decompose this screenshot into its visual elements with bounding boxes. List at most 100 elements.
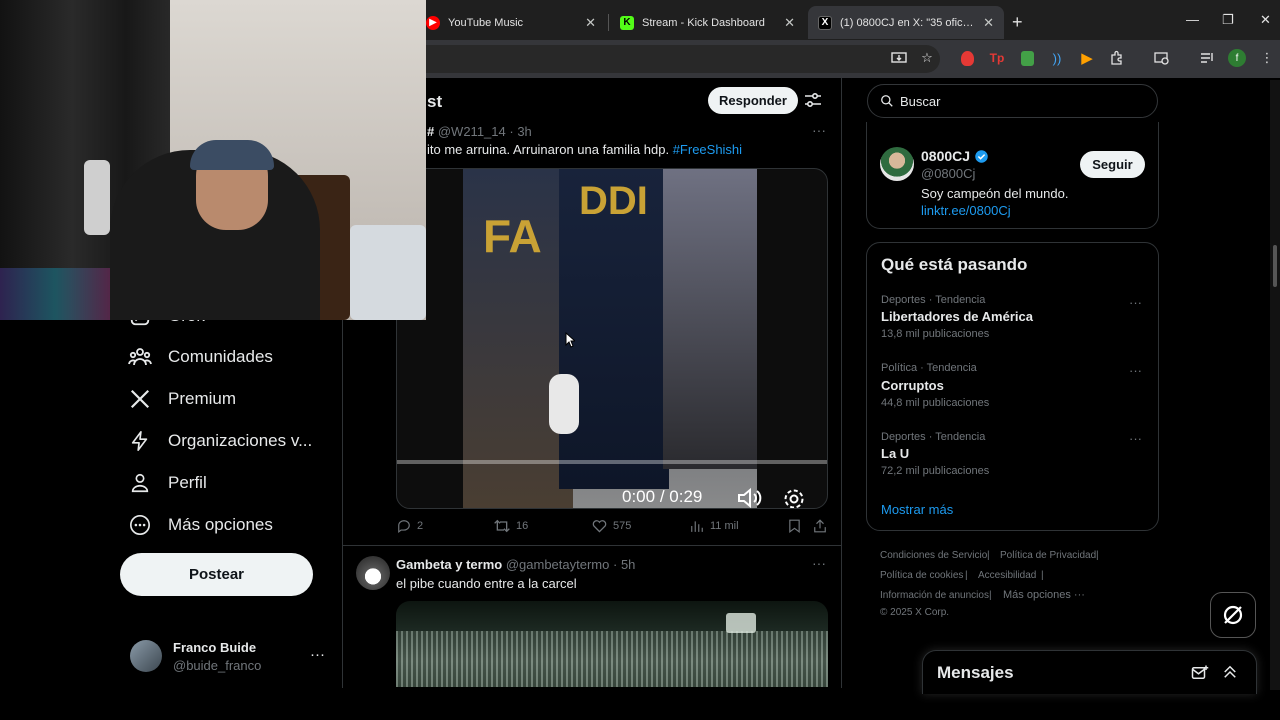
extension-tp-icon[interactable]: Tp [988,49,1006,67]
media-control-icon[interactable] [1198,49,1216,67]
extension-red-icon[interactable] [958,49,976,67]
extension-play-icon[interactable]: ▶ [1078,49,1096,67]
bookmark-star-icon[interactable]: ☆ [918,49,936,67]
grok-fab-button[interactable] [1210,592,1256,638]
video-overlay-text: DDI [579,179,648,223]
tweet-media[interactable] [396,601,828,687]
search-icon [881,95,893,107]
search-input[interactable]: Buscar [867,84,1158,118]
repost-icon [494,519,510,533]
kick-icon: K [620,15,634,30]
footer-link-terms[interactable]: Condiciones de Servicio [880,550,987,561]
trend-name[interactable]: La U [881,446,909,461]
close-tab-icon[interactable]: ✕ [585,15,596,31]
video-time: 0:00 / 0:29 [622,487,702,507]
trend-name[interactable]: Libertadores de América [881,309,1033,324]
bookmark-icon[interactable] [788,519,807,533]
minimize-button[interactable]: — [1186,12,1199,27]
reply-button[interactable]: Responder [708,87,798,114]
expand-messages-icon[interactable] [1221,663,1239,686]
reply-action[interactable]: 2 [397,519,423,533]
sidebar-item-label: Comunidades [168,347,273,366]
repost-count: 16 [516,520,529,532]
relevant-user-bio: Soy campeón del mundo. [921,186,1069,201]
address-bar[interactable] [380,45,940,73]
views-action[interactable]: 11 mil [690,519,739,533]
trend-more-icon[interactable]: ··· [1129,431,1142,446]
tab-title: (1) 0800CJ en X: "35 oficiales pa [840,16,975,29]
install-app-icon[interactable] [890,49,908,67]
tweet-text: el pibe cuando entre a la carcel [396,576,577,591]
tweet-handle[interactable]: @gambetaytermo [506,557,610,572]
footer-link-accessibility[interactable]: Accesibilidad [978,570,1036,581]
tweet-author[interactable]: Gambeta y termo [396,557,502,572]
video-figure-center: DDI [559,169,669,489]
messages-drawer[interactable]: Mensajes [922,650,1257,694]
webcam-person-cap [190,140,274,170]
video-settings-icon[interactable] [782,487,806,508]
avatar[interactable] [880,147,914,181]
browser-menu-icon[interactable]: ⋮ [1258,49,1276,67]
relevant-user-handle[interactable]: @0800Cj [921,166,975,181]
tweet-header: Gambeta y termo @gambetaytermo · 5h [396,557,635,572]
tweet-more-icon[interactable]: ··· [812,122,826,138]
repost-action[interactable]: 16 [494,519,528,533]
account-more-icon[interactable]: ··· [310,646,325,663]
relevant-user-link[interactable]: linktr.ee/0800Cj [921,203,1011,218]
tab-youtube-music[interactable]: ▶ YouTube Music ✕ [416,6,606,39]
footer-separator: | [965,570,968,581]
relevant-user-name[interactable]: 0800CJ [921,148,989,164]
footer-link-cookies[interactable]: Política de cookies [880,570,963,581]
tweet-text-body: ito me arruina. Arruinaron una familia h… [427,142,673,157]
show-more-link[interactable]: Mostrar más [881,502,953,517]
trend-more-icon[interactable]: ··· [1129,295,1142,310]
account-switcher[interactable]: Franco Buide @buide_franco ··· [130,638,330,674]
post-button[interactable]: Postear [120,553,313,596]
avatar[interactable] [356,556,390,590]
follow-button[interactable]: Seguir [1080,151,1145,178]
tweet-more-icon[interactable]: ··· [812,555,826,571]
sidebar-item-premium[interactable]: Premium [128,383,236,415]
new-message-icon[interactable] [1191,664,1209,687]
sidebar-item-profile[interactable]: Perfil [128,467,207,499]
tab-search-icon[interactable] [1153,49,1171,67]
volume-icon[interactable] [737,487,763,508]
search-placeholder: Buscar [900,93,941,109]
video-progress-bar[interactable] [397,460,827,464]
reply-settings-icon[interactable] [804,91,822,109]
footer-link-ads[interactable]: Información de anuncios [880,590,989,601]
page-scrollbar[interactable] [1270,80,1280,690]
person-icon [128,471,152,495]
trend-more-icon[interactable]: ··· [1129,363,1142,378]
video-player[interactable]: FA DDI 0:00 / 0:29 [396,168,828,509]
sidebar-item-communities[interactable]: Comunidades [128,341,273,373]
hashtag-link[interactable]: #FreeShishi [673,142,742,157]
sidebar-item-organizations[interactable]: Organizaciones v... [128,425,312,457]
maximize-button[interactable]: ❐ [1222,12,1234,28]
tweet-time[interactable]: 5h [621,557,635,572]
extension-green-icon[interactable] [1018,49,1036,67]
close-tab-icon[interactable]: ✕ [983,15,994,31]
trend-name[interactable]: Corruptos [881,378,944,393]
sidebar-item-more-options[interactable]: Más opciones [128,509,273,541]
video-duration: 0:29 [669,487,703,506]
tweet-handle[interactable]: @W211_14 [438,124,506,139]
tweet-dot: · [612,557,621,572]
trend-category: Deportes · Tendencia [881,431,986,443]
share-icon[interactable] [813,519,833,533]
tv-logo [726,613,756,633]
tweet-time[interactable]: 3h [517,124,531,139]
tab-kick-dashboard[interactable]: K Stream - Kick Dashboard ✕ [610,6,805,39]
tweet-author[interactable]: # [427,124,434,139]
like-action[interactable]: 575 [592,519,631,533]
new-tab-button[interactable]: + [1012,12,1023,33]
profile-avatar-icon[interactable]: f [1228,49,1246,67]
close-tab-icon[interactable]: ✕ [784,15,795,31]
extension-wave-icon[interactable]: )) [1048,49,1066,67]
scrollbar-thumb[interactable] [1273,245,1277,287]
tab-x-post[interactable]: X (1) 0800CJ en X: "35 oficiales pa ✕ [808,6,1004,39]
close-window-button[interactable]: ✕ [1260,12,1271,28]
footer-link-privacy[interactable]: Política de Privacidad [1000,550,1096,561]
footer-link-more[interactable]: Más opciones ··· [1003,589,1085,601]
extensions-puzzle-icon[interactable] [1108,49,1126,67]
